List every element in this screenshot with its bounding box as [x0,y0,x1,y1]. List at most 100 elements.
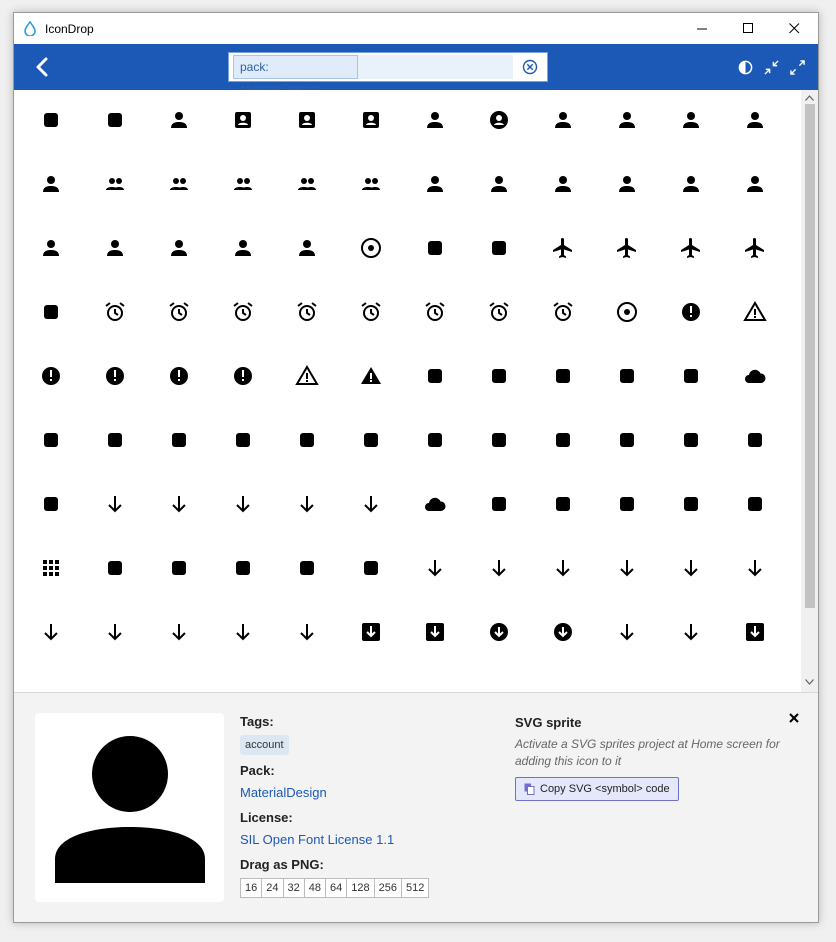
icon-cell[interactable] [147,218,211,282]
icon-cell[interactable] [19,474,83,538]
icon-cell[interactable] [339,282,403,346]
icon-cell[interactable] [723,282,787,346]
icon-cell[interactable] [467,410,531,474]
icon-cell[interactable] [595,538,659,602]
pack-link[interactable]: MaterialDesign [240,785,327,800]
icon-cell[interactable] [211,474,275,538]
icon-cell[interactable] [83,154,147,218]
icon-cell[interactable] [275,474,339,538]
icon-cell[interactable] [211,90,275,154]
icon-cell[interactable] [723,474,787,538]
icon-cell[interactable] [147,410,211,474]
icon-cell[interactable] [467,602,531,666]
png-size-48[interactable]: 48 [305,879,326,897]
icon-cell[interactable] [723,90,787,154]
icon-cell[interactable] [19,154,83,218]
icon-cell[interactable] [275,346,339,410]
icon-cell[interactable] [467,346,531,410]
icon-cell[interactable] [19,538,83,602]
icon-cell[interactable] [147,346,211,410]
icon-cell[interactable] [403,410,467,474]
icon-cell[interactable] [403,90,467,154]
icon-cell[interactable] [147,90,211,154]
icon-cell[interactable] [659,218,723,282]
icon-cell[interactable] [467,474,531,538]
icon-cell[interactable] [531,474,595,538]
icon-cell[interactable] [723,218,787,282]
icon-cell[interactable] [723,410,787,474]
png-size-16[interactable]: 16 [241,879,263,897]
icon-cell[interactable] [83,410,147,474]
icon-cell[interactable] [211,282,275,346]
icon-cell[interactable] [211,538,275,602]
clear-search-button[interactable] [513,53,547,81]
png-size-128[interactable]: 128 [347,879,375,897]
icon-cell[interactable] [659,538,723,602]
icon-cell[interactable] [339,602,403,666]
close-detail-button[interactable] [786,710,802,726]
icon-cell[interactable] [339,346,403,410]
icon-cell[interactable] [403,218,467,282]
icon-cell[interactable] [403,538,467,602]
icon-cell[interactable] [531,154,595,218]
icon-cell[interactable] [339,218,403,282]
icon-cell[interactable] [531,90,595,154]
scrollbar[interactable] [801,90,818,692]
icon-cell[interactable] [595,218,659,282]
icon-cell[interactable] [531,282,595,346]
icon-cell[interactable] [275,410,339,474]
icon-cell[interactable] [595,602,659,666]
icon-cell[interactable] [595,410,659,474]
icon-cell[interactable] [723,538,787,602]
icon-cell[interactable] [339,410,403,474]
png-size-24[interactable]: 24 [262,879,284,897]
expand-button[interactable] [788,58,806,76]
icon-cell[interactable] [595,90,659,154]
copy-svg-symbol-button[interactable]: Copy SVG <symbol> code [515,777,679,801]
icon-cell[interactable] [659,410,723,474]
icon-cell[interactable] [339,154,403,218]
icon-cell[interactable] [339,474,403,538]
search-input[interactable] [358,55,514,79]
icon-cell[interactable] [467,538,531,602]
tag-account[interactable]: account [240,735,289,755]
icon-cell[interactable] [467,90,531,154]
icon-cell[interactable] [403,602,467,666]
icon-cell[interactable] [339,90,403,154]
icon-cell[interactable] [83,90,147,154]
icon-cell[interactable] [659,602,723,666]
icon-cell[interactable] [19,282,83,346]
icon-cell[interactable] [339,538,403,602]
png-size-64[interactable]: 64 [326,879,348,897]
icon-cell[interactable] [531,538,595,602]
icon-preview[interactable] [35,713,224,902]
icon-cell[interactable] [147,154,211,218]
icon-cell[interactable] [595,154,659,218]
icon-cell[interactable] [531,410,595,474]
icon-cell[interactable] [83,474,147,538]
icon-cell[interactable] [275,154,339,218]
icon-cell[interactable] [467,154,531,218]
icon-cell[interactable] [723,346,787,410]
icon-cell[interactable] [659,346,723,410]
icon-cell[interactable] [19,90,83,154]
icon-cell[interactable] [275,90,339,154]
icon-cell[interactable] [275,218,339,282]
icon-cell[interactable] [211,346,275,410]
search-filter-chip[interactable]: pack: MaterialDesign [233,55,359,96]
icon-cell[interactable] [723,154,787,218]
icon-cell[interactable] [659,474,723,538]
icon-cell[interactable] [147,602,211,666]
icon-cell[interactable] [275,282,339,346]
icon-cell[interactable] [723,602,787,666]
icon-cell[interactable] [147,282,211,346]
icon-cell[interactable] [83,538,147,602]
icon-cell[interactable] [275,602,339,666]
icon-cell[interactable] [403,346,467,410]
back-button[interactable] [30,54,54,80]
icon-cell[interactable] [83,218,147,282]
close-button[interactable] [771,13,817,44]
theme-toggle-button[interactable] [736,58,754,76]
icon-cell[interactable] [467,282,531,346]
icon-cell[interactable] [211,154,275,218]
